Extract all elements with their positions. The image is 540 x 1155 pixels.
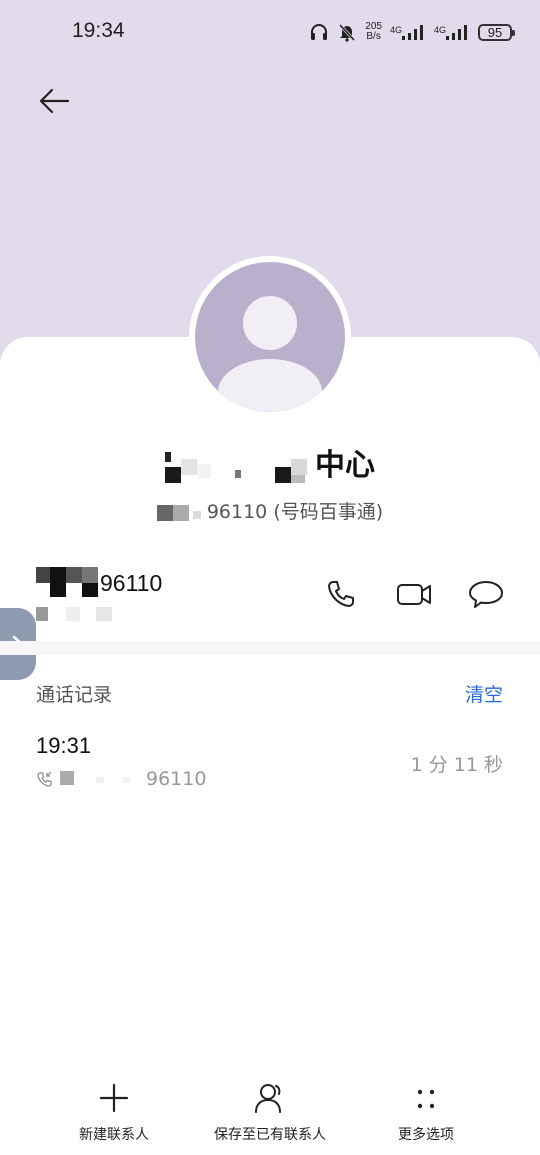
status-icons: 205 B/s 4G 4G 95 [309,18,515,46]
redaction-mosaic [60,771,130,785]
phone-number-row[interactable]: 96110 [0,555,540,637]
call-log-title: 通话记录 [36,684,113,706]
phone-location [36,605,116,625]
mute-icon [337,22,357,42]
call-number: 96110 [36,768,206,790]
signal-icon: 4G [434,23,470,41]
back-button[interactable] [34,82,74,122]
add-person-icon [255,1084,281,1113]
redaction-mosaic [156,504,201,521]
contact-name: 中心 [0,440,540,484]
call-button[interactable] [320,573,362,615]
more-options-icon [417,1089,435,1109]
phone-number[interactable]: 96110 [36,563,162,597]
video-call-icon [397,584,431,605]
headphones-icon [309,22,329,42]
bottom-action-bar: 新建联系人 保存至已有联系人 更多选项 [0,1080,540,1155]
video-call-button[interactable] [393,573,435,615]
call-log-entry[interactable]: 19:31 96110 1 分 11 秒 [0,728,540,798]
call-duration: 1 分 11 秒 [410,754,503,776]
phone-icon [328,581,354,607]
redaction-mosaic [36,567,98,597]
message-icon [469,581,503,608]
net-speed: 205 B/s [365,21,382,42]
contact-subtitle: 96110 (号码百事通) [0,497,540,524]
more-options-button[interactable]: 更多选项 [346,1080,506,1144]
status-time: 19:34 [72,19,125,42]
clear-call-log-button[interactable]: 清空 [465,680,503,707]
save-to-existing-contact-button[interactable]: 保存至已有联系人 [190,1080,350,1144]
new-contact-button[interactable]: 新建联系人 [34,1080,194,1144]
section-divider [0,641,540,655]
avatar[interactable] [195,262,345,412]
redaction-mosaic [36,607,112,621]
status-bar: 19:34 205 B/s 4G 4G 95 [0,0,540,64]
plus-icon [99,1083,129,1113]
redaction-mosaic [165,451,307,483]
battery-indicator: 95 [478,23,515,41]
arrow-left-icon [39,88,70,114]
message-button[interactable] [465,573,507,615]
signal-icon: 4G [390,23,426,41]
call-time: 19:31 [36,733,92,758]
incoming-call-icon [37,771,52,787]
person-icon [218,296,322,412]
